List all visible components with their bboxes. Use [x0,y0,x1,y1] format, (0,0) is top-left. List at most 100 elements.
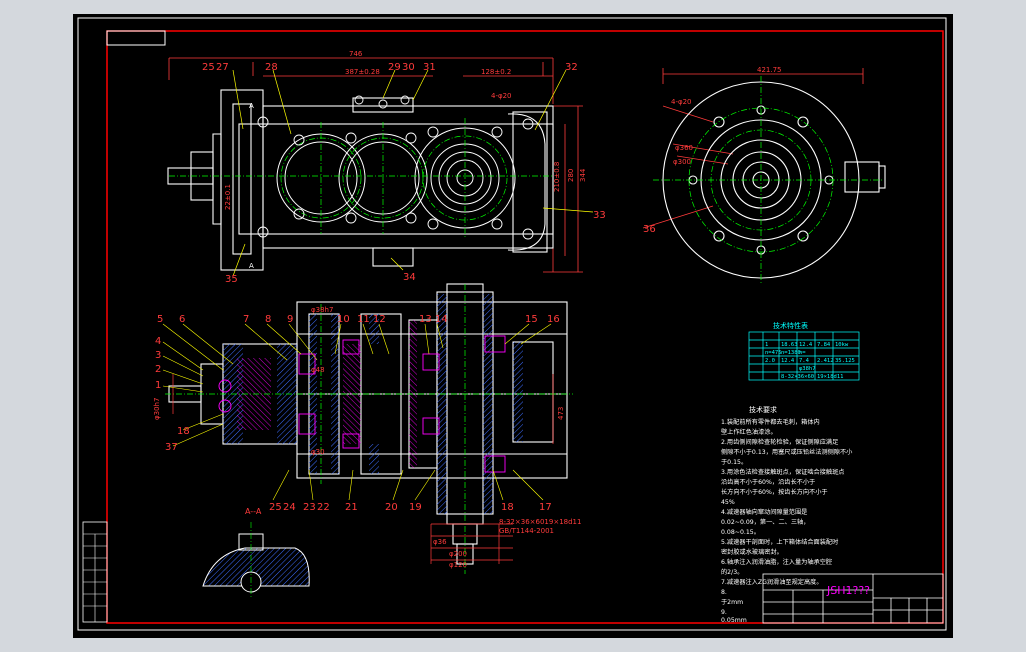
balloon-22: 22 [317,502,330,513]
spec-table: 技术特性表 1 18.63 12.4 7.84 10kw n=475 n=138… [748,321,860,381]
balloon-13: 13 [419,314,432,325]
balloon-12: 12 [373,314,386,325]
tech-req-line: 于0.15。 [721,459,747,466]
balloon-29: 29 [388,62,401,73]
top-view: 25 27 28 29 30 31 32 33 34 35 746 387±0.… [167,50,606,285]
balloon-10: 10 [337,314,350,325]
tech-req-line: 0.08~0.15。 [721,529,760,536]
tech-req-line: 侧隙不小于0.13，用塞尺或压铅丝法测侧隙不小 [721,448,853,456]
tech-req-title: 技术要求 [749,405,777,414]
spec-cell: 12.4 [781,358,795,364]
balloon-20: 20 [385,502,398,513]
dim-phi360: φ360 [675,144,693,152]
balloon-31: 31 [423,62,436,73]
spec-cell: 2.412 [817,358,834,364]
detail-a-a: A--A [202,507,310,598]
detail-label: A--A [245,507,262,516]
dim-spline: 8-32×36×6019×18d11 [499,518,581,526]
tech-req-line: 5.减速器干剖面时，上下箱体结合面装配时 [721,538,838,546]
tech-req-line: 的2/3。 [721,568,743,576]
drawing-sheet: 25 27 28 29 30 31 32 33 34 35 746 387±0.… [77,17,947,631]
balloon-15: 15 [525,314,538,325]
spec-cell: 35.125 [835,358,855,364]
dim-phi30: φ30 [311,448,325,456]
balloon-36: 36 [643,224,656,235]
balloon-5: 5 [157,314,163,325]
side-view: 421.75 4-φ20 φ360 φ300 36 [642,66,886,284]
balloon-27: 27 [216,62,229,73]
dim-280: 280 [567,169,575,182]
balloon-35: 35 [225,274,238,285]
balloon-34: 34 [403,272,416,283]
balloon-18-left: 18 [177,426,190,437]
tech-req-line: 沿齿高不小于60%，沿齿长不小于 [721,478,815,486]
dim-4-phi20: 4-φ20 [491,92,512,100]
balloon-9: 9 [287,314,293,325]
tech-req-line: 1.装配前所有零件都去毛刺，箱体内 [721,418,820,426]
balloon-17: 17 [539,502,552,513]
spec-cell: n=475 [765,350,782,356]
balloon-11: 11 [357,314,370,325]
balloon-2: 2 [155,364,161,375]
tech-req-line: 45% [721,499,735,506]
spec-table-title: 技术特性表 [773,321,808,330]
tech-req-line: 7.减速器注入ZG润滑油至规定高度。 [721,578,823,586]
spec-cell: 1 [765,342,768,348]
tech-req-line: 8. [721,589,727,596]
balloon-25-sec: 25 [269,502,282,513]
dim-phi300: φ300 [673,158,691,166]
tech-req-line: 0.05mm [721,617,747,624]
balloon-21: 21 [345,502,358,513]
section-mark-a-bottom: A [249,262,254,270]
spec-cell: 12.4 [799,342,813,348]
spec-cell: 2.0 [765,358,775,364]
dim-746: 746 [349,50,363,58]
balloon-6: 6 [179,314,185,325]
drawing-title: JSH1??? [826,584,870,597]
spec-cell: 18.63 [781,342,798,348]
dim-phi36: φ36 [433,538,447,546]
tech-req-line: 6.轴承注入润滑油脂，注入量为轴承空腔 [721,558,832,566]
tech-req-line: 0.02~0.09，第一、二、三轴， [721,518,809,526]
balloon-18-right: 18 [501,502,514,513]
spec-cell: 8-32×36×60 [781,374,814,380]
balloon-37: 37 [165,442,178,453]
section-mark-a-top: A [249,102,254,110]
balloon-28: 28 [265,62,278,73]
dim-421: 421.75 [757,66,782,74]
spec-cell: n= [799,350,806,356]
dim-phi48: φ48 [311,366,325,374]
tech-req-line: 9. [721,609,727,616]
dim-side-4-phi20: 4-φ20 [671,98,692,106]
balloon-4: 4 [155,336,161,347]
spec-cell: n=1380 [781,350,801,356]
tech-req-line: 密封胶或水玻璃密封。 [721,548,783,556]
balloon-14: 14 [435,314,448,325]
spec-cell: φ38h7 [799,366,816,372]
balloon-23: 23 [303,502,316,513]
spec-cell: 7.4 [799,358,810,364]
tech-req-line: 3.用涂色法检查接触斑点，保证啮合接触斑点 [721,468,844,476]
balloon-16: 16 [547,314,560,325]
balloon-33: 33 [593,210,606,221]
balloon-24: 24 [283,502,296,513]
dim-phi38h7: φ38h7 [311,306,333,314]
spec-cell: 10kw [835,342,849,348]
balloon-30: 30 [402,62,415,73]
dim-210: 210±0.8 [553,162,561,192]
section-view: 5 6 7 8 9 10 11 12 13 14 15 16 4 3 2 1 1… [153,283,581,598]
balloon-3: 3 [155,350,161,361]
cad-drawing-viewport[interactable]: 25 27 28 29 30 31 32 33 34 35 746 387±0.… [73,14,953,638]
balloon-7: 7 [243,314,249,325]
balloon-25: 25 [202,62,215,73]
dim-22: 22±0.1 [224,184,232,210]
dim-344: 344 [579,168,587,182]
tech-req-line: 于2mm [721,599,743,606]
balloon-19: 19 [409,502,422,513]
dim-387: 387±0.28 [345,68,380,76]
spec-cell: 19×18d11 [817,374,844,380]
dim-phi30h7: φ30h7 [153,398,161,420]
dim-gb-std: GB/T1144-2001 [499,527,554,535]
tech-req-line: 壁上作红色油漆涂。 [721,428,777,436]
tech-req-line: 长方向不小于60%，按齿长方向不小于 [721,488,828,496]
